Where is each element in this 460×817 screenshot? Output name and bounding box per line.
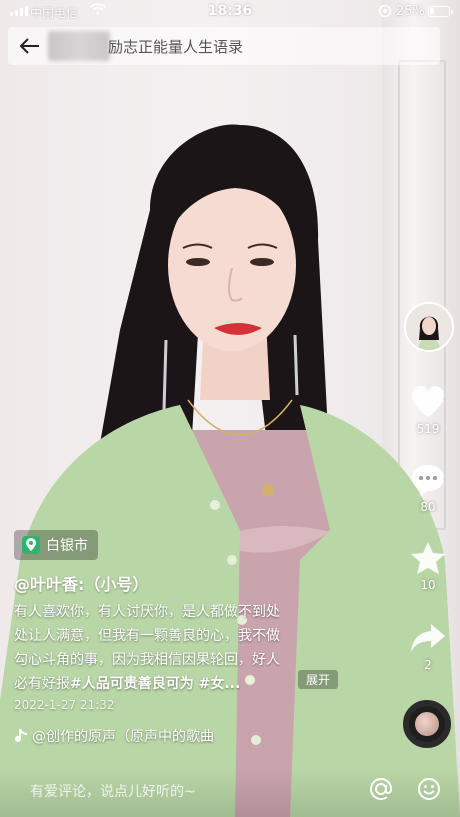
favorite-button[interactable]: 10	[404, 540, 452, 592]
search-query-text[interactable]: 励志正能量人生语录	[108, 36, 243, 57]
caption-line: 勾心斗角的事，因为我相信因果轮回，好人	[14, 652, 280, 668]
caption-line: 必有好报	[14, 676, 70, 692]
status-bar: 中国电信 18:36 25%	[0, 0, 460, 24]
post-author[interactable]: @叶叶香:（小号）	[14, 571, 148, 595]
music-note-icon	[15, 729, 27, 743]
comment-input[interactable]: 有爱评论，说点儿好听的~	[30, 781, 196, 801]
music-info[interactable]: @创作的原声（原声中的歌曲	[14, 726, 244, 746]
caption-line: 有人喜欢你，有人讨厌你，是人都做不到处	[14, 604, 280, 620]
expand-caption-button[interactable]: 展开	[298, 670, 339, 689]
at-mention-icon[interactable]	[368, 776, 394, 802]
share-count: 2	[424, 658, 432, 672]
location-label: 白银市	[46, 538, 88, 554]
search-bar[interactable]: 励志正能量人生语录	[8, 27, 440, 65]
comment-bar[interactable]: 有爱评论，说点儿好听的~	[0, 768, 460, 817]
comment-count: 80	[420, 500, 436, 514]
music-disc[interactable]	[403, 700, 451, 748]
back-arrow-icon[interactable]	[18, 34, 42, 58]
like-count: 519	[416, 422, 440, 436]
battery-level-fill	[430, 8, 434, 14]
post-date: 2022-1-27 21:32	[14, 698, 115, 712]
battery-icon	[428, 6, 453, 17]
heart-icon	[412, 386, 444, 417]
battery-percentage: 25%	[396, 4, 425, 19]
star-icon	[411, 542, 445, 574]
blurred-region	[48, 31, 110, 61]
caption-hashtags[interactable]: #人品可贵善良可为 #女...	[70, 676, 240, 692]
music-disc-cover	[415, 712, 439, 736]
favorite-count: 10	[420, 578, 436, 592]
emoji-icon[interactable]	[416, 776, 442, 802]
orientation-lock-icon	[378, 4, 392, 18]
location-tag[interactable]: 白银市	[14, 530, 98, 560]
avatar-image	[406, 304, 452, 350]
creator-avatar[interactable]	[404, 302, 454, 352]
music-title: @创作的原声（原声中的歌曲	[32, 729, 214, 745]
caption-line: 处让人满意，但我有一颗善良的心，我不做	[14, 628, 280, 644]
post-caption: 有人喜欢你，有人讨厌你，是人都做不到处 处让人满意，但我有一颗善良的心，我不做 …	[14, 600, 344, 696]
share-arrow-icon	[411, 624, 445, 652]
share-button[interactable]: 2	[404, 620, 452, 672]
comment-bubble-icon	[412, 465, 444, 496]
location-pin-icon	[22, 536, 40, 554]
video-screen[interactable]: 中国电信 18:36 25% 励志正能量人生语录 519 80 10 2 白银市…	[0, 0, 460, 817]
comment-button[interactable]: 80	[404, 462, 452, 514]
like-button[interactable]: 519	[404, 384, 452, 436]
